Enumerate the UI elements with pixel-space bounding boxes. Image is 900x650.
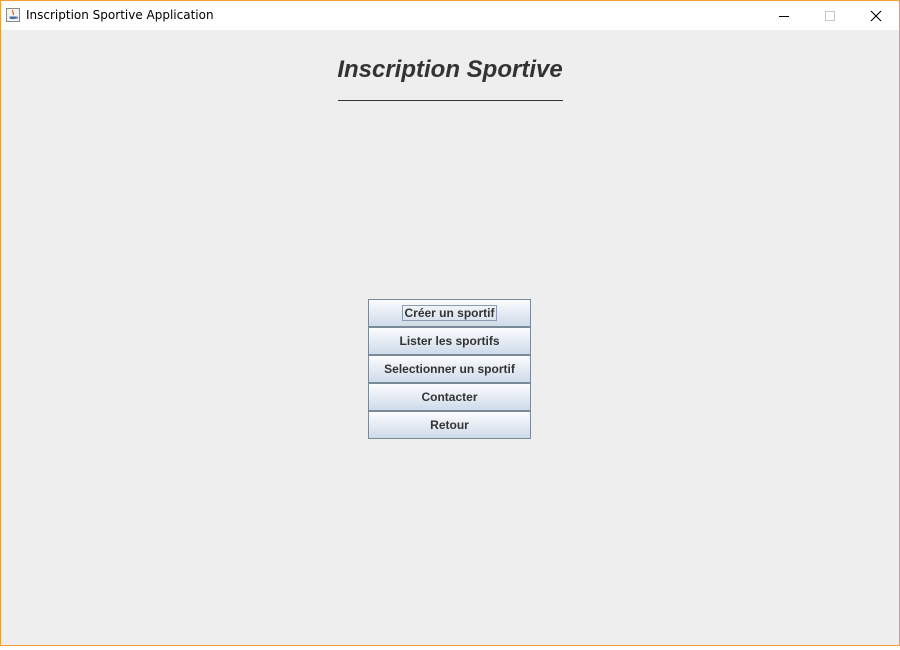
minimize-button[interactable] bbox=[761, 1, 807, 30]
close-icon bbox=[870, 10, 882, 22]
maximize-icon bbox=[825, 11, 835, 21]
minimize-icon bbox=[779, 16, 789, 17]
java-app-icon[interactable] bbox=[6, 8, 20, 22]
list-athletes-button[interactable]: Lister les sportifs bbox=[368, 327, 531, 355]
main-panel: Inscription Sportive Créer un sportif Li… bbox=[1, 30, 899, 645]
create-athlete-button[interactable]: Créer un sportif bbox=[368, 299, 531, 327]
maximize-button[interactable] bbox=[807, 1, 853, 30]
title-underline bbox=[338, 100, 563, 101]
select-athlete-button[interactable]: Selectionner un sportif bbox=[368, 355, 531, 383]
window-title: Inscription Sportive Application bbox=[26, 8, 214, 22]
create-athlete-label: Créer un sportif bbox=[402, 305, 497, 321]
back-button[interactable]: Retour bbox=[368, 411, 531, 439]
app-window: Inscription Sportive Application Inscrip… bbox=[0, 0, 900, 646]
title-bar[interactable]: Inscription Sportive Application bbox=[1, 1, 899, 30]
contact-button[interactable]: Contacter bbox=[368, 383, 531, 411]
close-button[interactable] bbox=[853, 1, 899, 30]
main-menu: Créer un sportif Lister les sportifs Sel… bbox=[368, 299, 531, 439]
page-title: Inscription Sportive bbox=[337, 56, 563, 83]
